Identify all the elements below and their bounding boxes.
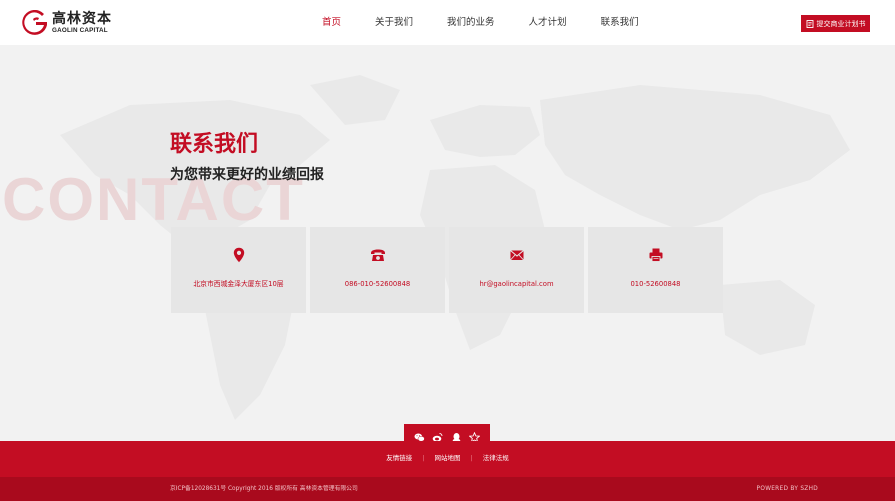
footer-bottom-bar: 京ICP备12028631号 Copyright 2016 版权所有 高林资本管… [0, 477, 895, 501]
footer-link-legal[interactable]: 法律法规 [483, 454, 509, 462]
footer-link-separator: | [422, 454, 425, 462]
fax-printer-icon [649, 248, 662, 262]
footer-link-separator: | [470, 454, 473, 462]
gaolin-logo-icon [22, 10, 47, 35]
footer-link-sitemap[interactable]: 网站地图 [435, 454, 461, 462]
submit-button-label: 提交商业计划书 [816, 19, 866, 28]
copyright-text: 京ICP备12028631号 Copyright 2016 版权所有 高林资本管… [170, 486, 358, 492]
contact-cards: 北京市西城金泽大厦东区10层 086-010-52600848 hr@gaoli… [171, 227, 727, 313]
main-nav: 首页 关于我们 我们的业务 人才计划 联系我们 [322, 0, 673, 45]
nav-item-contact[interactable]: 联系我们 [601, 0, 639, 45]
page-title: 联系我们 [170, 132, 259, 157]
contact-card-address: 北京市西城金泽大厦东区10层 [171, 227, 306, 313]
site-header: 高林资本 GAOLIN CAPITAL 首页 关于我们 我们的业务 人才计划 联… [0, 0, 895, 45]
logo-en-text: GAOLIN CAPITAL [52, 26, 108, 34]
social-links [404, 424, 490, 443]
footer-link-friends[interactable]: 友情链接 [386, 454, 412, 462]
submit-business-plan-button[interactable]: 提交商业计划书 [801, 15, 870, 32]
contact-card-phone: 086-010-52600848 [310, 227, 445, 313]
document-icon [806, 19, 813, 28]
nav-item-business[interactable]: 我们的业务 [447, 0, 495, 45]
contact-fax-text: 010-52600848 [630, 280, 681, 288]
contact-email-text[interactable]: hr@gaolincapital.com [449, 279, 584, 289]
nav-item-home[interactable]: 首页 [322, 0, 341, 45]
telephone-icon [370, 249, 385, 261]
weibo-icon[interactable] [432, 428, 443, 442]
nav-item-about[interactable]: 关于我们 [375, 0, 413, 45]
envelope-icon [509, 250, 524, 261]
star-icon[interactable] [468, 428, 481, 443]
contact-card-email: hr@gaolincapital.com [449, 227, 584, 313]
logo-cn-text: 高林资本 [52, 10, 112, 27]
page-subtitle: 为您带来更好的业绩回报 [170, 167, 324, 183]
nav-item-talent[interactable]: 人才计划 [529, 0, 567, 45]
logo[interactable]: 高林资本 GAOLIN CAPITAL [22, 10, 112, 36]
powered-by-text: POWERED BY SZHD [756, 486, 818, 492]
contact-phone-text[interactable]: 086-010-52600848 [310, 279, 445, 289]
footer-links: 友情链接 | 网站地图 | 法律法规 [0, 453, 895, 463]
site-footer: 友情链接 | 网站地图 | 法律法规 京ICP备12028631号 Copyright … [0, 441, 895, 501]
wechat-icon[interactable] [414, 428, 425, 442]
contact-address-text: 北京市西城金泽大厦东区10层 [193, 280, 284, 288]
location-pin-icon [233, 247, 244, 263]
contact-card-fax: 010-52600848 [588, 227, 723, 313]
qq-icon[interactable] [451, 428, 462, 442]
contact-section: CONTACT 联系我们 为您带来更好的业绩回报 北京市西城金泽大厦东区10层 … [0, 45, 895, 441]
